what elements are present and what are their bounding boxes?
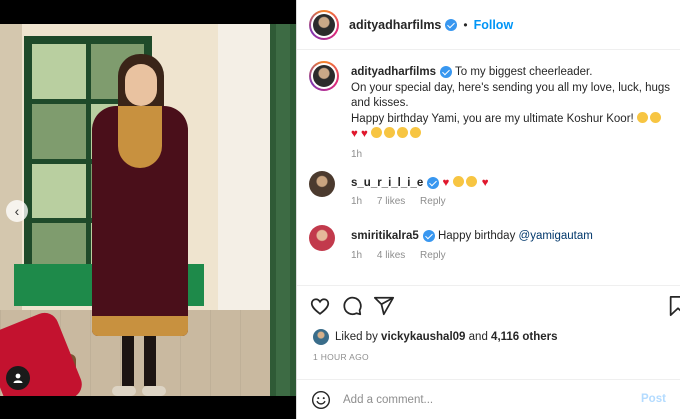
photo-wall-right	[218, 24, 278, 324]
user-tag-icon	[13, 373, 23, 383]
comment-mention[interactable]: @yamigautam	[519, 230, 593, 242]
post-header: adityadharfilms • Follow	[297, 0, 680, 50]
smile-emoji-icon	[384, 127, 396, 138]
smile-emoji-icon	[410, 127, 422, 138]
grin-emoji-icon	[649, 111, 661, 123]
post-timestamp: 1 HOUR AGO	[313, 352, 369, 362]
heart-eyes-emoji-icon	[452, 176, 464, 187]
heart-emoji-icon: ♥	[481, 177, 489, 189]
post-side-panel: adityadharfilms • Follow adityadharfilms…	[296, 0, 680, 419]
comment-icon	[343, 296, 362, 316]
photo-person	[84, 54, 196, 396]
heart-eyes-emoji-icon	[465, 176, 477, 187]
caption-username[interactable]: adityadharfilms	[351, 66, 436, 78]
like-button[interactable]	[309, 295, 331, 317]
add-comment-bar: Post	[297, 379, 680, 419]
author-avatar[interactable]	[309, 9, 339, 40]
comment-text: smiritikalra5 Happy birthday @yamigautam	[351, 230, 593, 243]
follow-button[interactable]: Follow	[474, 18, 514, 32]
separator-dot: •	[463, 17, 468, 32]
comment-username[interactable]: smiritikalra5	[351, 230, 419, 242]
comment-username[interactable]: s_u_r_i_l_i_e	[351, 177, 423, 189]
photo-door	[270, 24, 296, 396]
heart-emoji-icon: ♥	[361, 128, 368, 140]
verified-badge-icon	[445, 18, 458, 31]
smile-emoji-icon	[371, 127, 383, 138]
comment-text: s_u_r_i_l_i_e ♥ ♥	[351, 176, 489, 189]
heart-emoji-icon: ♥	[442, 177, 450, 189]
action-bar	[297, 285, 680, 325]
heart-icon	[310, 298, 330, 315]
post-media[interactable]: ‹	[0, 0, 296, 419]
caption-time: 1h	[351, 149, 363, 160]
comment-time: 1h	[351, 250, 363, 261]
user-tag-button[interactable]	[6, 366, 30, 390]
verified-badge-icon	[427, 176, 440, 189]
comments-list[interactable]: adityadharfilms To my biggest cheerleade…	[297, 51, 680, 285]
post-photo	[0, 24, 296, 396]
comment-time: 1h	[351, 196, 363, 207]
caption-text: adityadharfilms To my biggest cheerleade…	[351, 65, 677, 143]
comment-likes[interactable]: 7 likes	[377, 196, 405, 207]
comment-input[interactable]	[343, 393, 633, 406]
likes-summary: Liked by vickykaushal09 and 4,116 others	[313, 328, 558, 346]
comment-button[interactable]	[341, 295, 363, 317]
liker-avatar	[313, 329, 329, 345]
liker-username[interactable]: vickykaushal09	[381, 331, 465, 343]
comment-meta: 1h 4 likes Reply	[351, 250, 458, 261]
smiley-icon[interactable]	[311, 390, 331, 410]
comment-meta: 1h 7 likes Reply	[351, 196, 458, 207]
bookmark-icon	[669, 295, 680, 317]
caption-line-3: Happy birthday Yami, you are my ultimate…	[351, 112, 634, 125]
save-button[interactable]	[667, 295, 680, 317]
smile-emoji-icon	[397, 127, 409, 138]
comment-avatar[interactable]	[309, 171, 335, 197]
post-comment-button[interactable]: Post	[641, 393, 666, 405]
reply-button[interactable]: Reply	[420, 250, 446, 261]
caption-line-1: To my biggest cheerleader.	[455, 66, 593, 78]
chevron-left-icon: ‹	[14, 203, 20, 219]
share-icon	[373, 296, 395, 316]
comment-likes[interactable]: 4 likes	[377, 250, 405, 261]
caption-avatar[interactable]	[309, 61, 339, 91]
verified-badge-icon	[422, 230, 435, 242]
reply-button[interactable]: Reply	[420, 196, 446, 207]
carousel-prev-button[interactable]: ‹	[6, 200, 28, 222]
caption-line-2: On your special day, here's sending you …	[351, 81, 671, 110]
comment-avatar[interactable]	[309, 225, 335, 251]
grin-emoji-icon	[636, 111, 648, 123]
heart-emoji-icon: ♥	[351, 128, 358, 140]
share-button[interactable]	[373, 295, 395, 317]
verified-badge-icon	[440, 65, 452, 78]
likes-others-link[interactable]: 4,116 others	[491, 331, 557, 343]
author-username[interactable]: adityadharfilms	[349, 18, 441, 32]
